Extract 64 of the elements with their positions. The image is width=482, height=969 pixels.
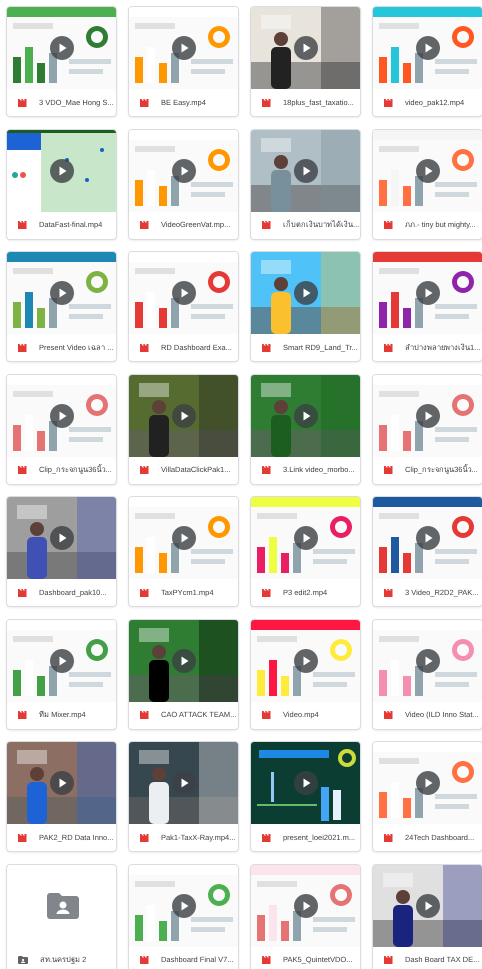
play-icon[interactable] <box>416 526 440 550</box>
play-icon[interactable] <box>294 281 318 305</box>
play-icon[interactable] <box>172 894 196 918</box>
video-file-icon <box>384 98 393 106</box>
video-file-icon <box>262 466 271 474</box>
play-icon[interactable] <box>294 158 318 182</box>
video-file-icon <box>262 98 271 106</box>
play-icon[interactable] <box>416 771 440 795</box>
video-file-icon <box>262 344 271 352</box>
video-file-icon <box>140 344 149 352</box>
shared-folder-icon <box>46 892 78 918</box>
play-icon[interactable] <box>294 36 318 60</box>
video-file-icon <box>262 834 271 842</box>
video-file-icon <box>18 834 27 842</box>
video-file-icon <box>18 221 27 229</box>
play-icon[interactable] <box>416 158 440 182</box>
play-icon[interactable] <box>294 894 318 918</box>
play-icon[interactable] <box>416 36 440 60</box>
video-file-icon <box>384 588 393 596</box>
play-icon[interactable] <box>50 36 74 60</box>
video-file-icon <box>140 466 149 474</box>
play-icon[interactable] <box>172 36 196 60</box>
video-file-icon <box>384 466 393 474</box>
play-icon[interactable] <box>50 648 74 672</box>
play-icon[interactable] <box>50 158 74 182</box>
play-icon[interactable] <box>416 281 440 305</box>
video-file-icon <box>18 711 27 719</box>
play-icon[interactable] <box>416 404 440 428</box>
play-icon[interactable] <box>172 158 196 182</box>
video-file-icon <box>140 98 149 106</box>
shared-folder-icon <box>18 956 28 964</box>
video-file-icon <box>262 221 271 229</box>
video-file-icon <box>18 588 27 596</box>
play-icon[interactable] <box>172 771 196 795</box>
video-file-icon <box>384 956 393 964</box>
play-icon[interactable] <box>416 894 440 918</box>
play-icon[interactable] <box>172 281 196 305</box>
video-file-icon <box>18 98 27 106</box>
play-icon[interactable] <box>50 281 74 305</box>
video-file-icon <box>140 834 149 842</box>
video-file-icon <box>262 711 271 719</box>
play-icon[interactable] <box>172 526 196 550</box>
play-icon[interactable] <box>416 648 440 672</box>
video-file-icon <box>18 344 27 352</box>
video-file-icon <box>384 711 393 719</box>
play-icon[interactable] <box>50 404 74 428</box>
video-file-icon <box>384 834 393 842</box>
play-icon[interactable] <box>294 648 318 672</box>
video-file-icon <box>140 588 149 596</box>
play-icon[interactable] <box>294 404 318 428</box>
video-file-icon <box>140 221 149 229</box>
video-file-icon <box>384 344 393 352</box>
play-icon[interactable] <box>294 526 318 550</box>
play-icon[interactable] <box>294 771 318 795</box>
video-file-icon <box>384 221 393 229</box>
video-file-icon <box>262 588 271 596</box>
video-file-icon <box>140 956 149 964</box>
play-icon[interactable] <box>50 526 74 550</box>
play-icon[interactable] <box>172 404 196 428</box>
play-icon[interactable] <box>172 648 196 672</box>
video-file-icon <box>18 466 27 474</box>
video-file-icon <box>262 956 271 964</box>
play-icon[interactable] <box>50 771 74 795</box>
video-file-icon <box>140 711 149 719</box>
